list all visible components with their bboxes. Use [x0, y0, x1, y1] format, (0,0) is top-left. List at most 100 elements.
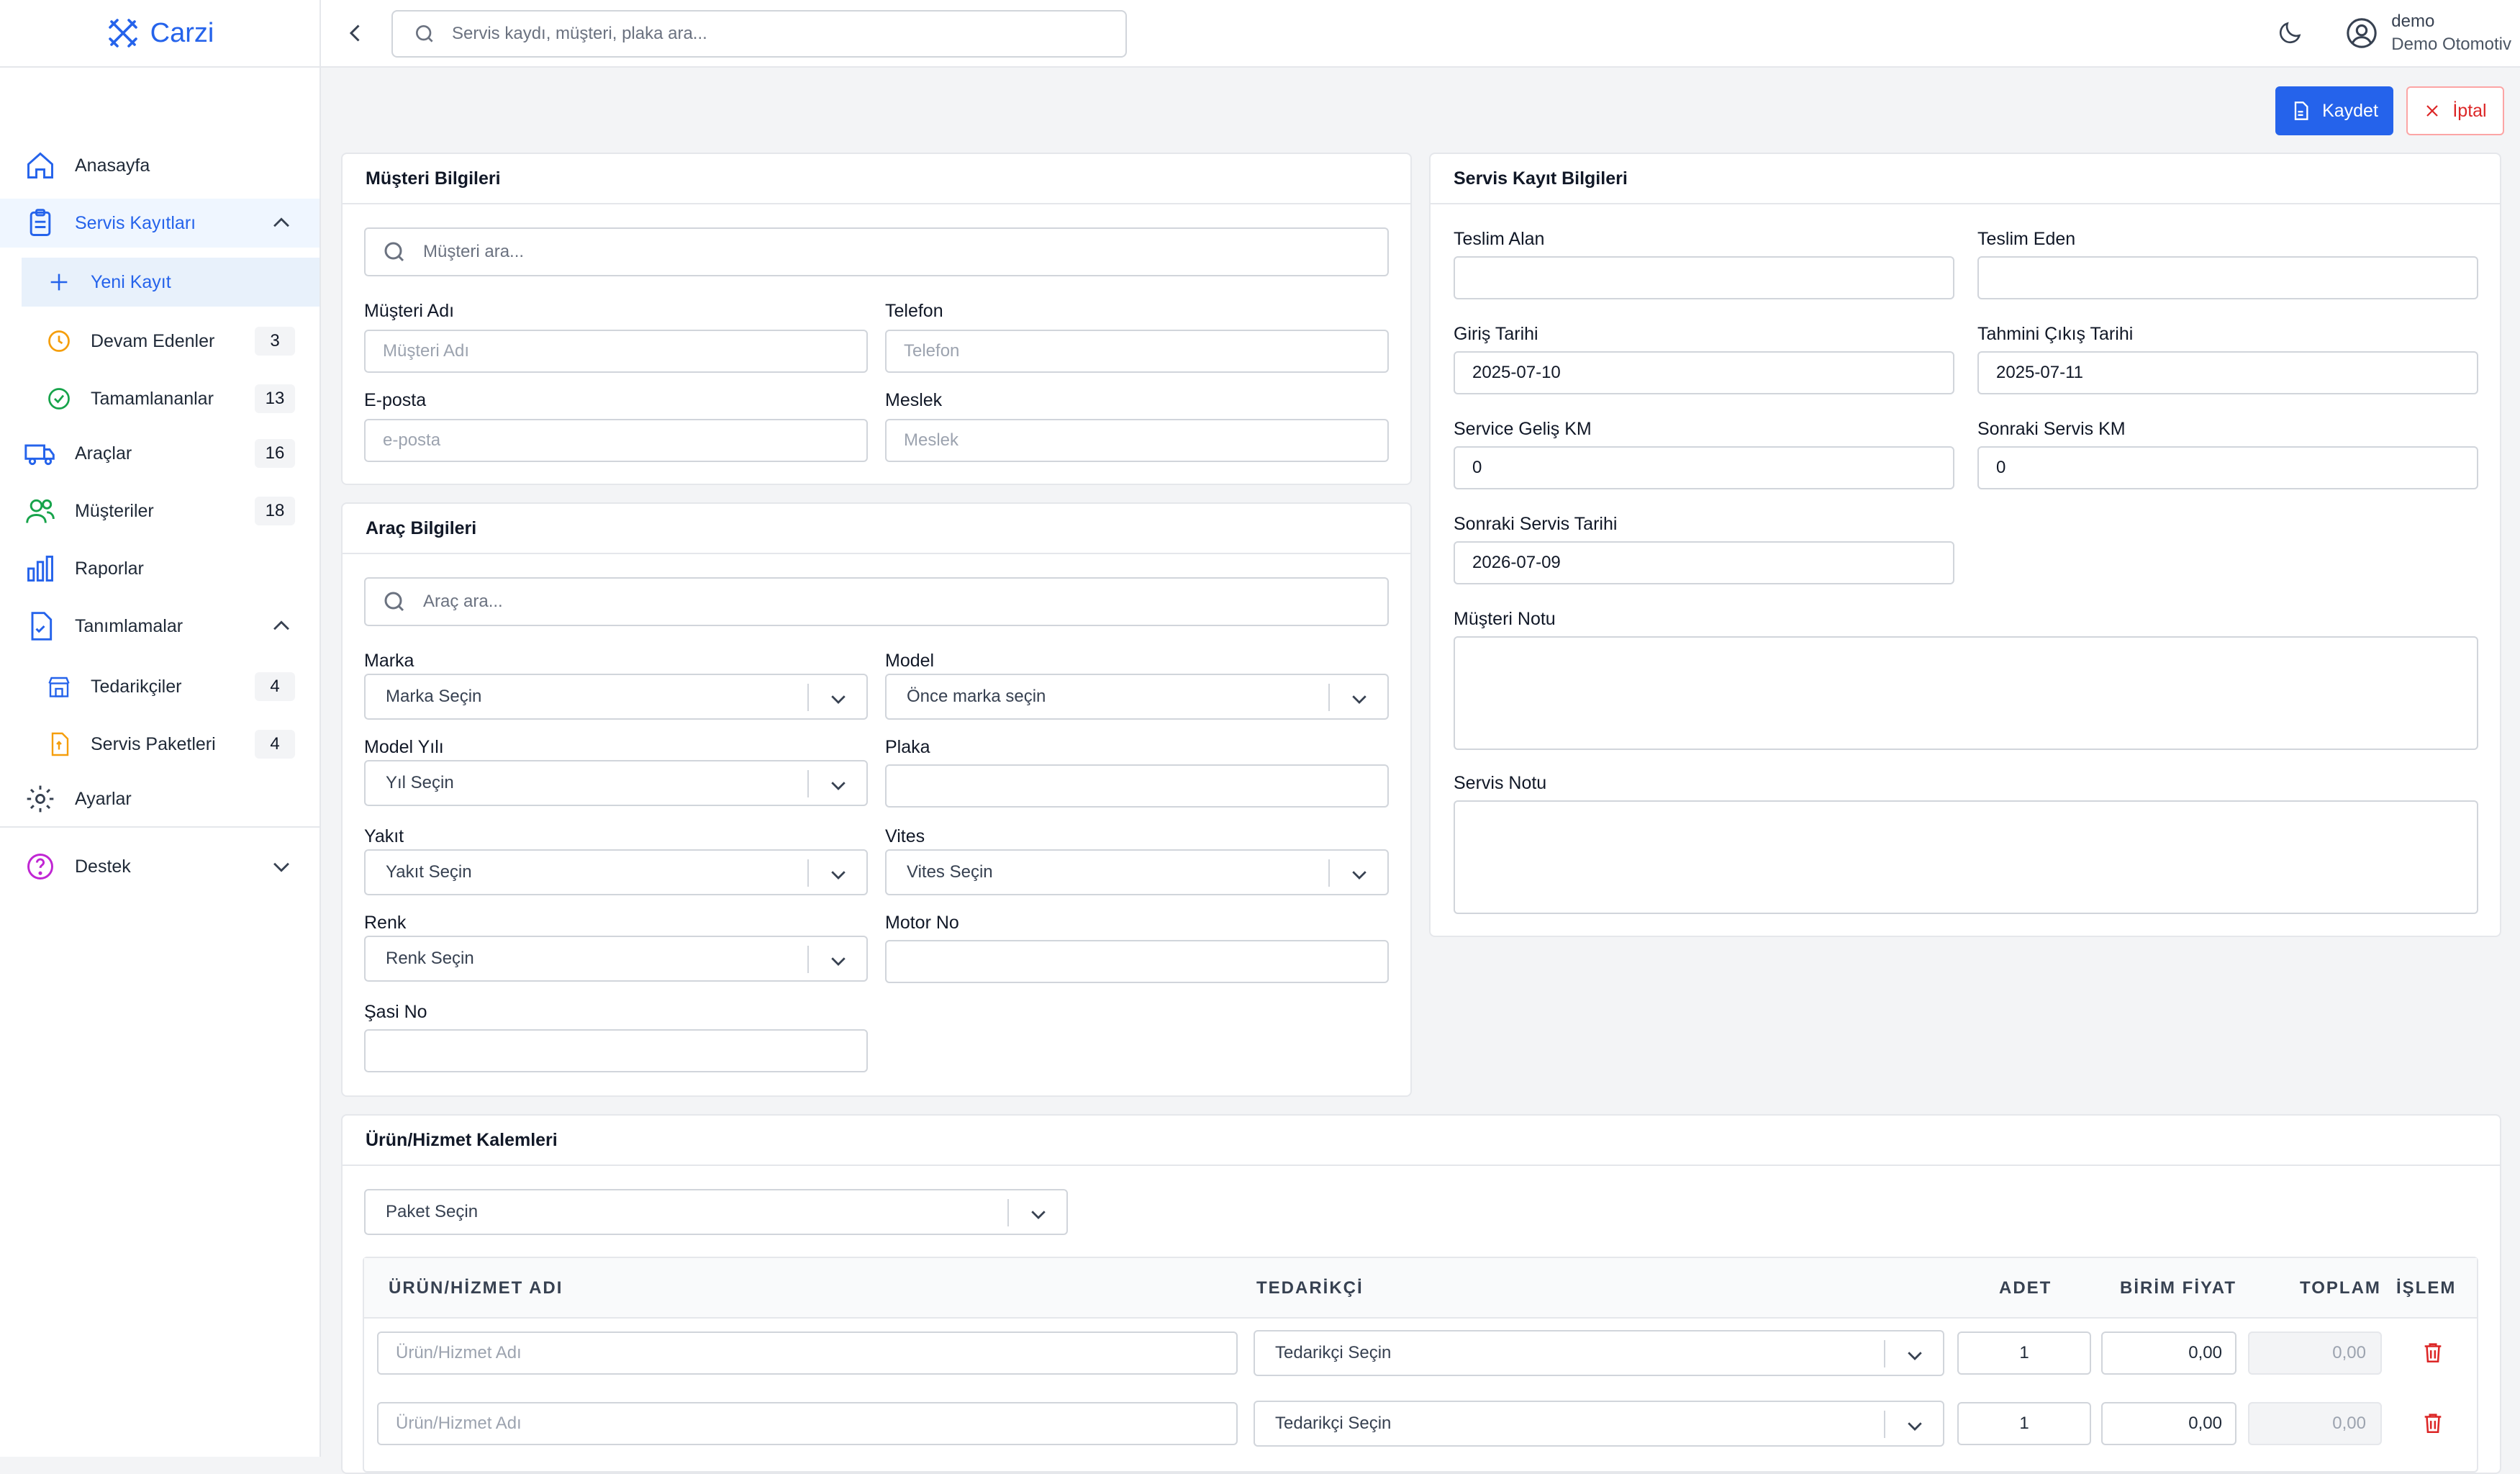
phone-field[interactable]: Telefon [885, 330, 1389, 373]
plus-icon [46, 269, 72, 295]
customer-search-field[interactable]: Müşteri ara... [364, 227, 1389, 276]
sidebar-item-home[interactable]: Anasayfa [0, 141, 319, 190]
select-divider [1328, 684, 1330, 711]
sidebar-item-suppliers[interactable]: Tedarikçiler 4 [0, 662, 319, 711]
email-label: E-posta [364, 390, 427, 410]
vehicle-search-field[interactable]: Araç ara... [364, 577, 1389, 626]
save-button[interactable]: Kaydet [2275, 86, 2393, 135]
qty-field[interactable]: 1 [1957, 1402, 2091, 1445]
gear-label: Vites [885, 826, 925, 846]
brand-name: Carzi [150, 17, 214, 48]
col-action-header: İŞLEM [2396, 1278, 2457, 1298]
gear-select[interactable]: Vites Seçin [885, 849, 1389, 895]
sidebar: Carzi Anasayfa Servis Kayıtları Yeni Kay… [0, 0, 321, 1457]
item-name-field[interactable]: Ürün/Hizmet Adı [377, 1331, 1238, 1375]
sidebar-item-label: Tanımlamalar [75, 615, 183, 636]
item-name-field[interactable]: Ürün/Hizmet Adı [377, 1402, 1238, 1445]
select-divider [807, 946, 809, 973]
sidebar-item-label: Destek [75, 856, 131, 877]
chevron-down-icon [828, 950, 849, 972]
sidebar-item-label: Tedarikçiler [91, 676, 182, 697]
sidebar-item-definitions[interactable]: Tanımlamalar [0, 602, 319, 651]
customer-card: Müşteri Bilgileri Müşteri ara... Müşteri… [341, 153, 1412, 485]
sidebar-item-support[interactable]: Destek [0, 842, 319, 891]
chevron-down-icon [1349, 688, 1370, 710]
sidebar-item-packages[interactable]: Servis Paketleri 4 [0, 720, 319, 769]
sidebar-item-reports[interactable]: Raporlar [0, 544, 319, 593]
brand[interactable]: Carzi [0, 0, 319, 68]
select-divider [807, 770, 809, 797]
sidebar-item-label: Yeni Kayıt [91, 271, 171, 292]
km-field[interactable]: 0 [1454, 446, 1954, 489]
package-select-value: Paket Seçin [386, 1202, 479, 1221]
customer-name-field[interactable]: Müşteri Adı [364, 330, 868, 373]
model-select[interactable]: Önce marka seçin [885, 674, 1389, 720]
store-icon [46, 674, 72, 700]
chevron-down-icon [1349, 864, 1370, 885]
customer-note-field[interactable] [1454, 636, 2478, 750]
sidebar-item-label: Raporlar [75, 558, 144, 579]
cancel-label: İptal [2452, 100, 2487, 121]
next-km-label: Sonraki Servis KM [1977, 419, 2126, 439]
col-supplier-header: TEDARİKÇİ [1256, 1278, 1364, 1298]
unit-price-field[interactable]: 0,00 [2101, 1331, 2236, 1375]
sidebar-item-completed[interactable]: Tamamlananlar 13 [0, 374, 319, 423]
user-info: demo Demo Otomotiv [2391, 10, 2511, 56]
sidebar-item-customers[interactable]: Müşteriler 18 [0, 487, 319, 535]
package-select[interactable]: Paket Seçin [364, 1189, 1068, 1235]
trash-icon[interactable] [2421, 1340, 2445, 1365]
year-select[interactable]: Yıl Seçin [364, 760, 868, 806]
trash-icon[interactable] [2421, 1411, 2445, 1435]
exit-date-field[interactable]: 2025-07-11 [1977, 351, 2478, 394]
moon-icon[interactable] [2275, 19, 2304, 48]
chevron-down-icon [828, 864, 849, 885]
sidebar-item-settings[interactable]: Ayarlar [0, 774, 319, 823]
fuel-select[interactable]: Yakıt Seçin [364, 849, 868, 895]
next-km-field[interactable]: 0 [1977, 446, 2478, 489]
received-by-field[interactable] [1454, 256, 1954, 299]
service-note-label: Servis Notu [1454, 773, 1547, 793]
supplier-select[interactable]: Tedarikçi Seçin [1254, 1401, 1944, 1447]
sidebar-item-new-record[interactable]: Yeni Kayıt [22, 258, 319, 307]
sidebar-item-vehicles[interactable]: Araçlar 16 [0, 429, 319, 478]
chassis-field[interactable] [364, 1029, 868, 1072]
unit-price-field[interactable]: 0,00 [2101, 1402, 2236, 1445]
delivered-by-field[interactable] [1977, 256, 2478, 299]
brand-select[interactable]: Marka Seçin [364, 674, 868, 720]
customer-note-label: Müşteri Notu [1454, 609, 1556, 629]
engine-field[interactable] [885, 940, 1389, 983]
color-label: Renk [364, 913, 407, 933]
cancel-button[interactable]: İptal [2406, 86, 2504, 135]
chevron-left-icon[interactable] [343, 20, 368, 46]
gear-icon [24, 783, 56, 815]
qty-field[interactable]: 1 [1957, 1331, 2091, 1375]
sidebar-item-ongoing[interactable]: Devam Edenler 3 [0, 317, 319, 366]
delivered-by-label: Teslim Eden [1977, 229, 2076, 249]
supplier-select-value: Tedarikçi Seçin [1275, 1414, 1392, 1433]
user-circle-icon [2345, 17, 2378, 50]
brand-select-value: Marka Seçin [386, 687, 482, 706]
help-circle-icon [24, 851, 56, 882]
global-search[interactable] [391, 10, 1127, 58]
phone-label: Telefon [885, 301, 943, 321]
year-select-value: Yıl Seçin [386, 773, 454, 792]
search-icon [413, 22, 436, 45]
count-badge: 18 [255, 497, 295, 525]
sidebar-item-service-records[interactable]: Servis Kayıtları [0, 199, 319, 248]
next-date-field[interactable]: 2026-07-09 [1454, 541, 1954, 584]
color-select[interactable]: Renk Seçin [364, 936, 868, 982]
next-date-label: Sonraki Servis Tarihi [1454, 514, 1618, 534]
job-label: Meslek [885, 390, 943, 410]
entry-date-field[interactable]: 2025-07-10 [1454, 351, 1954, 394]
km-label: Service Geliş KM [1454, 419, 1592, 439]
plate-field[interactable] [885, 764, 1389, 808]
col-qty-header: ADET [1999, 1278, 2052, 1298]
supplier-select[interactable]: Tedarikçi Seçin [1254, 1330, 1944, 1376]
total-field: 0,00 [2248, 1402, 2382, 1445]
global-search-input[interactable] [450, 23, 1098, 45]
user-menu[interactable]: demo Demo Otomotiv [2345, 10, 2511, 56]
service-note-field[interactable] [1454, 800, 2478, 914]
job-field[interactable]: Meslek [885, 419, 1389, 462]
customer-card-title: Müşteri Bilgileri [343, 154, 1410, 204]
email-field[interactable]: e-posta [364, 419, 868, 462]
